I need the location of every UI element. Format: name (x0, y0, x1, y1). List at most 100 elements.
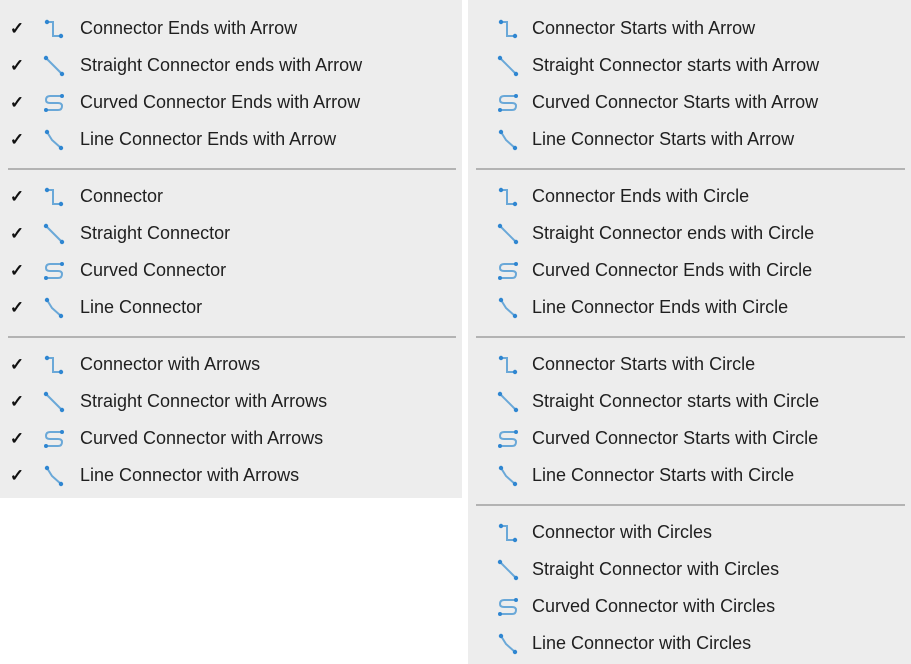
line-connector-icon (496, 128, 520, 152)
line-connector-icon (42, 296, 66, 320)
menu-item[interactable]: Curved Connector Starts with Arrow (468, 84, 911, 121)
checkmark-icon: ✓ (9, 129, 25, 149)
elbow-connector-icon (496, 17, 520, 41)
elbow-connector-icon (496, 185, 520, 209)
menu-item-label: Curved Connector with Circles (532, 596, 776, 616)
menu-item-label: Curved Connector Ends with Arrow (80, 92, 361, 112)
menu-item-label: Curved Connector Ends with Circle (532, 260, 813, 280)
menu-group: ✓ Connector ✓ Straight Connector ✓ Curved C… (0, 178, 462, 326)
menu-group: Connector Ends with Circle Straight Conn… (468, 178, 911, 326)
menu-item-label: Line Connector with Arrows (80, 465, 300, 485)
menu-item[interactable]: Curved Connector with Circles (468, 588, 911, 625)
checkmark-icon: ✓ (9, 260, 25, 280)
menu-group: Connector Starts with Circle Straight Co… (468, 346, 911, 494)
menu-item[interactable]: Straight Connector starts with Arrow (468, 47, 911, 84)
menu-item[interactable]: ✓ Straight Connector (0, 215, 462, 252)
checkmark-icon: ✓ (9, 55, 25, 75)
menu-item[interactable]: Line Connector Starts with Arrow (468, 121, 911, 158)
checkmark-icon: ✓ (9, 465, 25, 485)
checkmark-icon: ✓ (9, 92, 25, 112)
straight-connector-icon (42, 390, 66, 414)
straight-connector-icon (496, 558, 520, 582)
menu-item-label: Line Connector with Circles (532, 633, 752, 653)
straight-connector-icon (496, 222, 520, 246)
menu-item-label: Straight Connector (80, 223, 231, 243)
straight-connector-icon (42, 222, 66, 246)
elbow-connector-icon (42, 185, 66, 209)
menu-item-label: Connector with Circles (532, 522, 713, 542)
menu-item-label: Straight Connector with Arrows (80, 391, 328, 411)
elbow-connector-icon (42, 353, 66, 377)
menu-item[interactable]: ✓ Curved Connector Ends with Arrow (0, 84, 462, 121)
menu-item[interactable]: Straight Connector with Circles (468, 551, 911, 588)
menu-divider (476, 168, 905, 170)
menu-item[interactable]: Connector Starts with Arrow (468, 10, 911, 47)
menu-item-label: Line Connector (80, 297, 203, 317)
checkmark-icon: ✓ (9, 186, 25, 206)
curved-connector-icon (496, 259, 520, 283)
line-connector-icon (42, 464, 66, 488)
menu-item[interactable]: Straight Connector ends with Circle (468, 215, 911, 252)
menu-item-label: Connector with Arrows (80, 354, 261, 374)
menu-item[interactable]: ✓ Connector with Arrows (0, 346, 462, 383)
checkmark-icon: ✓ (9, 354, 25, 374)
elbow-connector-icon (42, 17, 66, 41)
straight-connector-icon (42, 54, 66, 78)
menu-item[interactable]: ✓ Line Connector with Arrows (0, 457, 462, 494)
line-connector-icon (496, 296, 520, 320)
curved-connector-icon (42, 427, 66, 451)
menu-item-label: Straight Connector ends with Arrow (80, 55, 363, 75)
checkmark-icon: ✓ (9, 223, 25, 243)
menu-item[interactable]: Connector with Circles (468, 514, 911, 551)
menu-item-label: Line Connector Starts with Arrow (532, 129, 795, 149)
menu-item-label: Straight Connector starts with Arrow (532, 55, 820, 75)
menu-item[interactable]: ✓ Connector (0, 178, 462, 215)
elbow-connector-icon (496, 521, 520, 545)
checkmark-icon: ✓ (9, 297, 25, 317)
menu-item[interactable]: Line Connector Starts with Circle (468, 457, 911, 494)
menu-item[interactable]: ✓ Curved Connector (0, 252, 462, 289)
connector-menu-left: ✓ Connector Ends with Arrow ✓ Straight Con… (0, 0, 462, 498)
menu-item[interactable]: Connector Ends with Circle (468, 178, 911, 215)
checkmark-icon: ✓ (9, 428, 25, 448)
menu-item[interactable]: Connector Starts with Circle (468, 346, 911, 383)
menu-item-label: Curved Connector with Arrows (80, 428, 324, 448)
checkmark-icon: ✓ (9, 391, 25, 411)
menu-item[interactable]: Straight Connector starts with Circle (468, 383, 911, 420)
curved-connector-icon (42, 259, 66, 283)
menu-item-label: Connector (80, 186, 164, 206)
menu-divider (476, 504, 905, 506)
menu-divider (8, 168, 456, 170)
menu-item-label: Curved Connector Starts with Arrow (532, 92, 819, 112)
menu-item[interactable]: ✓ Connector Ends with Arrow (0, 10, 462, 47)
menu-item-label: Curved Connector Starts with Circle (532, 428, 819, 448)
menu-item-label: Connector Ends with Circle (532, 186, 750, 206)
line-connector-icon (496, 632, 520, 656)
menu-item-label: Line Connector Starts with Circle (532, 465, 795, 485)
menu-item-label: Connector Starts with Arrow (532, 18, 756, 38)
menu-item-label: Straight Connector starts with Circle (532, 391, 820, 411)
menu-item[interactable]: Curved Connector Starts with Circle (468, 420, 911, 457)
menu-divider (8, 336, 456, 338)
menu-item-label: Line Connector Ends with Circle (532, 297, 789, 317)
line-connector-icon (42, 128, 66, 152)
elbow-connector-icon (496, 353, 520, 377)
menu-item[interactable]: ✓ Straight Connector ends with Arrow (0, 47, 462, 84)
connector-menu-right: Connector Starts with Arrow Straight Con… (468, 0, 911, 664)
curved-connector-icon (496, 91, 520, 115)
menu-group: ✓ Connector Ends with Arrow ✓ Straight Con… (0, 0, 462, 158)
menu-group: Connector with Circles Straight Connecto… (468, 514, 911, 662)
menu-item[interactable]: ✓ Curved Connector with Arrows (0, 420, 462, 457)
menu-item-label: Line Connector Ends with Arrow (80, 129, 337, 149)
menu-item[interactable]: ✓ Straight Connector with Arrows (0, 383, 462, 420)
menu-divider (476, 336, 905, 338)
menu-item[interactable]: ✓ Line Connector (0, 289, 462, 326)
menu-item[interactable]: Line Connector Ends with Circle (468, 289, 911, 326)
menu-item[interactable]: ✓ Line Connector Ends with Arrow (0, 121, 462, 158)
straight-connector-icon (496, 54, 520, 78)
menu-item-label: Straight Connector with Circles (532, 559, 780, 579)
menu-item-label: Connector Ends with Arrow (80, 18, 298, 38)
curved-connector-icon (496, 595, 520, 619)
menu-item[interactable]: Curved Connector Ends with Circle (468, 252, 911, 289)
menu-item[interactable]: Line Connector with Circles (468, 625, 911, 662)
